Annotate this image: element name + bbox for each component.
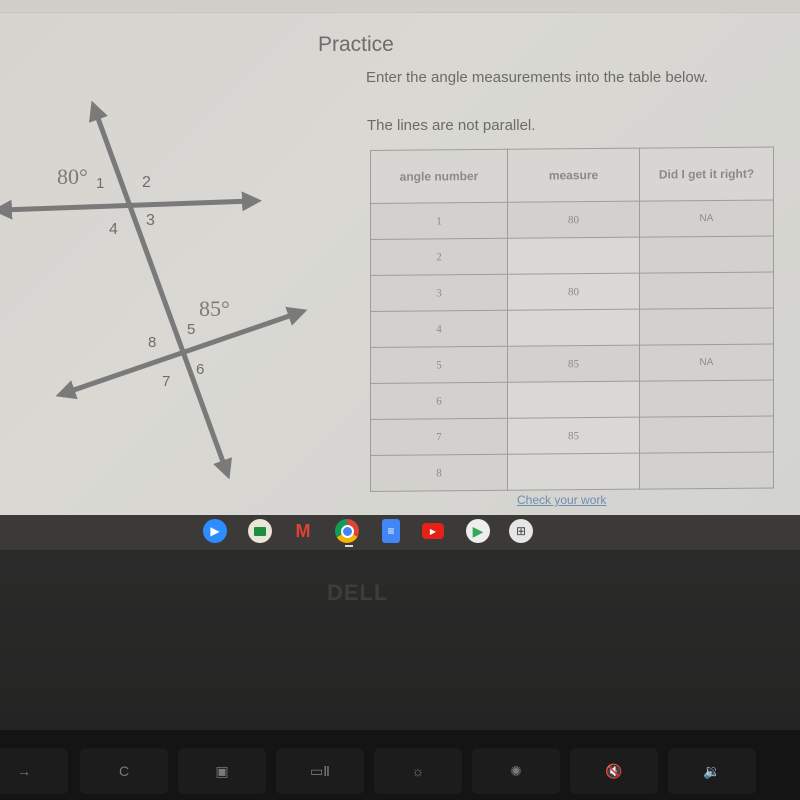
transversal-line — [89, 100, 232, 480]
result-cell — [639, 379, 774, 418]
table-row: 5 85 NA — [370, 343, 774, 384]
measure-input[interactable]: 80 — [507, 201, 640, 239]
result-cell — [639, 451, 774, 490]
google-docs-app-icon[interactable]: ≡ — [382, 519, 400, 543]
table-row: 8 — [370, 451, 774, 492]
table-row: 2 — [370, 235, 774, 276]
angle-number-cell: 7 — [370, 418, 508, 456]
measure-input[interactable] — [507, 381, 640, 419]
laptop-bezel — [0, 550, 800, 730]
youtube-app-icon[interactable]: ▶ — [422, 523, 444, 539]
angle-number-cell: 6 — [370, 382, 508, 420]
header-measure: measure — [507, 148, 640, 203]
angle-label-4: 4 — [109, 221, 118, 238]
table-row: 7 85 — [370, 415, 774, 456]
volume-down-key[interactable]: 🔉 — [668, 748, 756, 794]
angle-label-5: 5 — [187, 321, 195, 338]
play-store-app-icon[interactable]: ▶ — [466, 519, 490, 543]
check-your-work-link[interactable]: Check your work — [517, 493, 606, 507]
angle-number-cell: 8 — [370, 454, 508, 492]
measure-input[interactable] — [507, 309, 640, 347]
browser-top-strip — [0, 0, 800, 13]
angle-number-cell: 4 — [370, 310, 508, 348]
angle-number-cell: 5 — [370, 346, 508, 384]
angle-number-cell: 1 — [370, 202, 508, 240]
result-cell — [639, 235, 774, 274]
angle-diagram: 80° 1 2 3 4 85° 5 6 7 8 — [0, 100, 308, 480]
brightness-down-key[interactable]: ☼ — [374, 748, 462, 794]
measure-input[interactable]: 85 — [507, 417, 640, 455]
dell-logo: DELL — [327, 580, 389, 605]
result-cell — [639, 415, 774, 454]
chrome-app-icon[interactable] — [335, 519, 359, 543]
fullscreen-key[interactable]: ▣ — [178, 748, 266, 794]
note-text: The lines are not parallel. — [367, 117, 536, 134]
measure-input[interactable]: 85 — [507, 345, 640, 383]
angle-label-1: 1 — [96, 175, 104, 192]
brightness-up-key[interactable]: ✺ — [472, 748, 560, 794]
header-angle-number: angle number — [370, 149, 508, 204]
result-cell: NA — [639, 199, 774, 238]
result-cell — [639, 307, 774, 346]
measure-input[interactable] — [507, 237, 640, 275]
refresh-key[interactable]: C — [80, 748, 168, 794]
instruction-text: Enter the angle measurements into the ta… — [366, 69, 708, 86]
angle-table: angle number measure Did I get it right?… — [370, 146, 774, 492]
table-row: 3 80 — [370, 271, 774, 312]
google-classroom-app-icon[interactable] — [248, 519, 272, 543]
measure-input[interactable] — [507, 453, 640, 491]
page-title: Practice — [318, 33, 394, 56]
active-app-indicator — [345, 545, 353, 547]
zoom-app-icon[interactable]: ▶ — [203, 519, 227, 543]
bottom-line — [55, 306, 308, 400]
header-did-i-get-it-right: Did I get it right? — [639, 146, 774, 202]
result-cell — [639, 271, 774, 310]
angle-label-6: 6 — [196, 361, 204, 378]
result-cell: NA — [639, 343, 774, 382]
table-row: 4 — [370, 307, 774, 348]
angle-number-cell: 3 — [370, 274, 508, 312]
angle-label-7: 7 — [162, 373, 170, 390]
gmail-app-icon[interactable]: M — [291, 519, 315, 543]
given-angle-85: 85° — [199, 296, 230, 321]
table-row: 1 80 NA — [370, 199, 774, 240]
angle-label-2: 2 — [142, 174, 151, 191]
angle-number-cell: 2 — [370, 238, 508, 276]
mute-key[interactable]: 🔇 — [570, 748, 658, 794]
measure-input[interactable]: 80 — [507, 273, 640, 311]
overview-key[interactable]: ▭Ⅱ — [276, 748, 364, 794]
angle-label-8: 8 — [148, 334, 156, 351]
angle-label-3: 3 — [146, 212, 155, 229]
table-header-row: angle number measure Did I get it right? — [370, 146, 774, 204]
forward-key[interactable]: → — [0, 748, 68, 794]
table-row: 6 — [370, 379, 774, 420]
kiosk-app-icon[interactable]: ⊞ — [509, 519, 533, 543]
chromeos-shelf — [0, 515, 800, 550]
screen: Practice Enter the angle measurements in… — [0, 0, 800, 515]
given-angle-80: 80° — [57, 164, 88, 189]
